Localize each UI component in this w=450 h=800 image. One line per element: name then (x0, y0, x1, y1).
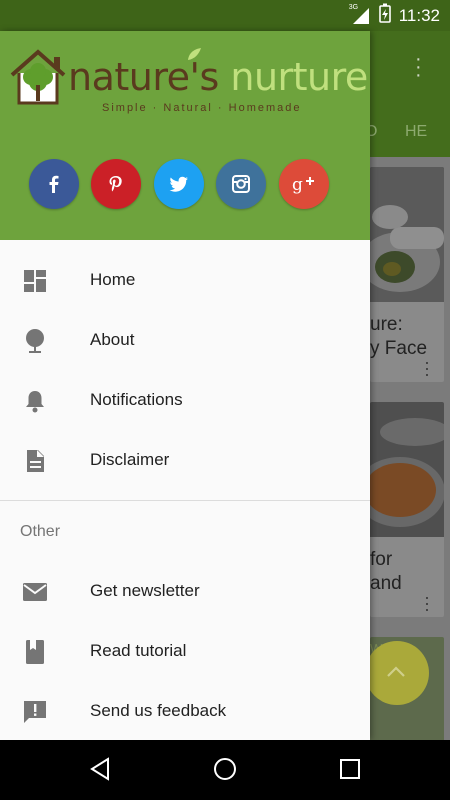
card-menu-icon[interactable]: · · · (424, 353, 430, 382)
menu-item-label: Home (90, 270, 136, 289)
card-menu-icon[interactable]: · · · (424, 588, 430, 617)
pinterest-button[interactable] (91, 159, 141, 209)
menu-item-tutorial[interactable]: Read tutorial (0, 621, 370, 681)
card-title-line2: and (370, 573, 402, 594)
signal-icon: 3G (348, 3, 371, 25)
home-icon[interactable] (212, 756, 238, 782)
menu-item-label: About (90, 330, 135, 349)
card-image (370, 402, 444, 537)
clock: 11:32 (398, 5, 440, 25)
instagram-button[interactable] (216, 159, 266, 209)
tree-house-logo-icon (10, 49, 66, 105)
background-card-1[interactable]: ure: y Face · · · (370, 167, 444, 382)
back-icon[interactable] (88, 756, 112, 782)
status-bar: 3G 11:32 (0, 0, 450, 31)
brand-name-part1: nature's (68, 55, 219, 99)
system-navigation-bar (0, 740, 450, 800)
background-tab-indicator: O (370, 123, 378, 140)
brand-logo: nature's nurture Simple · Natural · Home… (10, 47, 368, 117)
menu-item-label: Send us feedback (90, 701, 227, 720)
menu-item-feedback[interactable]: Send us feedback (0, 681, 370, 741)
card-title-line2: y Face (370, 338, 428, 359)
chevron-up-icon (387, 666, 405, 677)
menu-item-label: Get newsletter (90, 581, 200, 600)
bell-icon (26, 391, 44, 413)
background-tab[interactable]: HE (405, 123, 427, 141)
background-app: ··· O HE ure: y Face ··· for and ··· Wed… (370, 31, 450, 740)
tree-icon (26, 329, 44, 353)
menu-item-label: Notifications (90, 390, 183, 409)
drawer-header: nature's nurture Simple · Natural · Home… (0, 31, 370, 240)
card-title-line1: ure: (370, 314, 403, 335)
menu-item-disclaimer[interactable]: Disclaimer (0, 430, 370, 490)
menu-item-about[interactable]: About (0, 310, 370, 370)
facebook-icon (49, 175, 59, 193)
instagram-icon (232, 175, 250, 193)
menu-divider (0, 500, 370, 501)
more-vert-icon[interactable]: · · · (415, 49, 422, 85)
recents-icon[interactable] (338, 756, 362, 782)
twitter-icon (169, 176, 188, 192)
brand-tagline: Simple · Natural · Homemade (102, 102, 302, 114)
brand-name-part2: nurture (230, 55, 368, 99)
card-image (370, 167, 444, 302)
menu-item-label: Disclaimer (90, 450, 170, 469)
menu-item-notifications[interactable]: Notifications (0, 370, 370, 430)
svg-text:g: g (292, 175, 303, 195)
menu-item-home[interactable]: Home (0, 250, 370, 310)
battery-icon (378, 3, 391, 28)
feedback-icon (24, 701, 46, 723)
card-title-line1: for (370, 549, 393, 570)
navigation-drawer: nature's nurture Simple · Natural · Home… (0, 31, 370, 740)
background-toolbar: · · · O HE (370, 31, 450, 157)
book-icon (26, 640, 44, 664)
google-plus-icon: g (292, 175, 314, 195)
pinterest-icon (109, 176, 122, 192)
network-type: 3G (348, 3, 359, 11)
facebook-button[interactable] (29, 159, 79, 209)
menu-item-newsletter[interactable]: Get newsletter (0, 561, 370, 621)
twitter-button[interactable] (154, 159, 204, 209)
menu-item-label: Read tutorial (90, 641, 187, 660)
leaf-icon (188, 48, 201, 60)
background-card-2[interactable]: for and · · · (370, 402, 444, 617)
mail-icon (23, 583, 47, 601)
dashboard-icon (24, 270, 46, 292)
document-icon (27, 450, 44, 472)
google-plus-button[interactable]: g (279, 159, 329, 209)
section-header-other: Other (20, 523, 61, 540)
